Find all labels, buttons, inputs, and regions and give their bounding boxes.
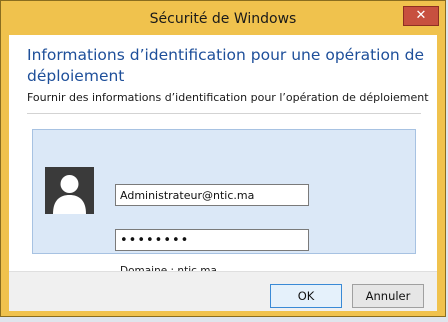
button-bar: OK Annuler	[9, 271, 437, 311]
cancel-button[interactable]: Annuler	[352, 284, 424, 308]
username-field[interactable]	[115, 184, 309, 206]
security-dialog: Sécurité de Windows ✕ Informations d’ide…	[0, 0, 446, 317]
close-button[interactable]: ✕	[403, 6, 439, 26]
password-field[interactable]	[115, 229, 309, 251]
credential-tile[interactable]: Domaine : ntic.ma	[32, 129, 416, 277]
dialog-body: Informations d’identification pour une o…	[9, 35, 437, 311]
user-silhouette-icon	[53, 175, 86, 214]
ok-button[interactable]: OK	[270, 284, 342, 308]
divider	[27, 113, 421, 114]
title-bar[interactable]: Sécurité de Windows ✕	[1, 1, 445, 35]
close-icon: ✕	[415, 8, 427, 23]
window-title: Sécurité de Windows	[149, 11, 297, 27]
dialog-heading: Informations d’identification pour une o…	[27, 46, 425, 85]
user-avatar-icon	[45, 167, 94, 214]
dialog-subheading: Fournir des informations d’identificatio…	[27, 91, 429, 104]
